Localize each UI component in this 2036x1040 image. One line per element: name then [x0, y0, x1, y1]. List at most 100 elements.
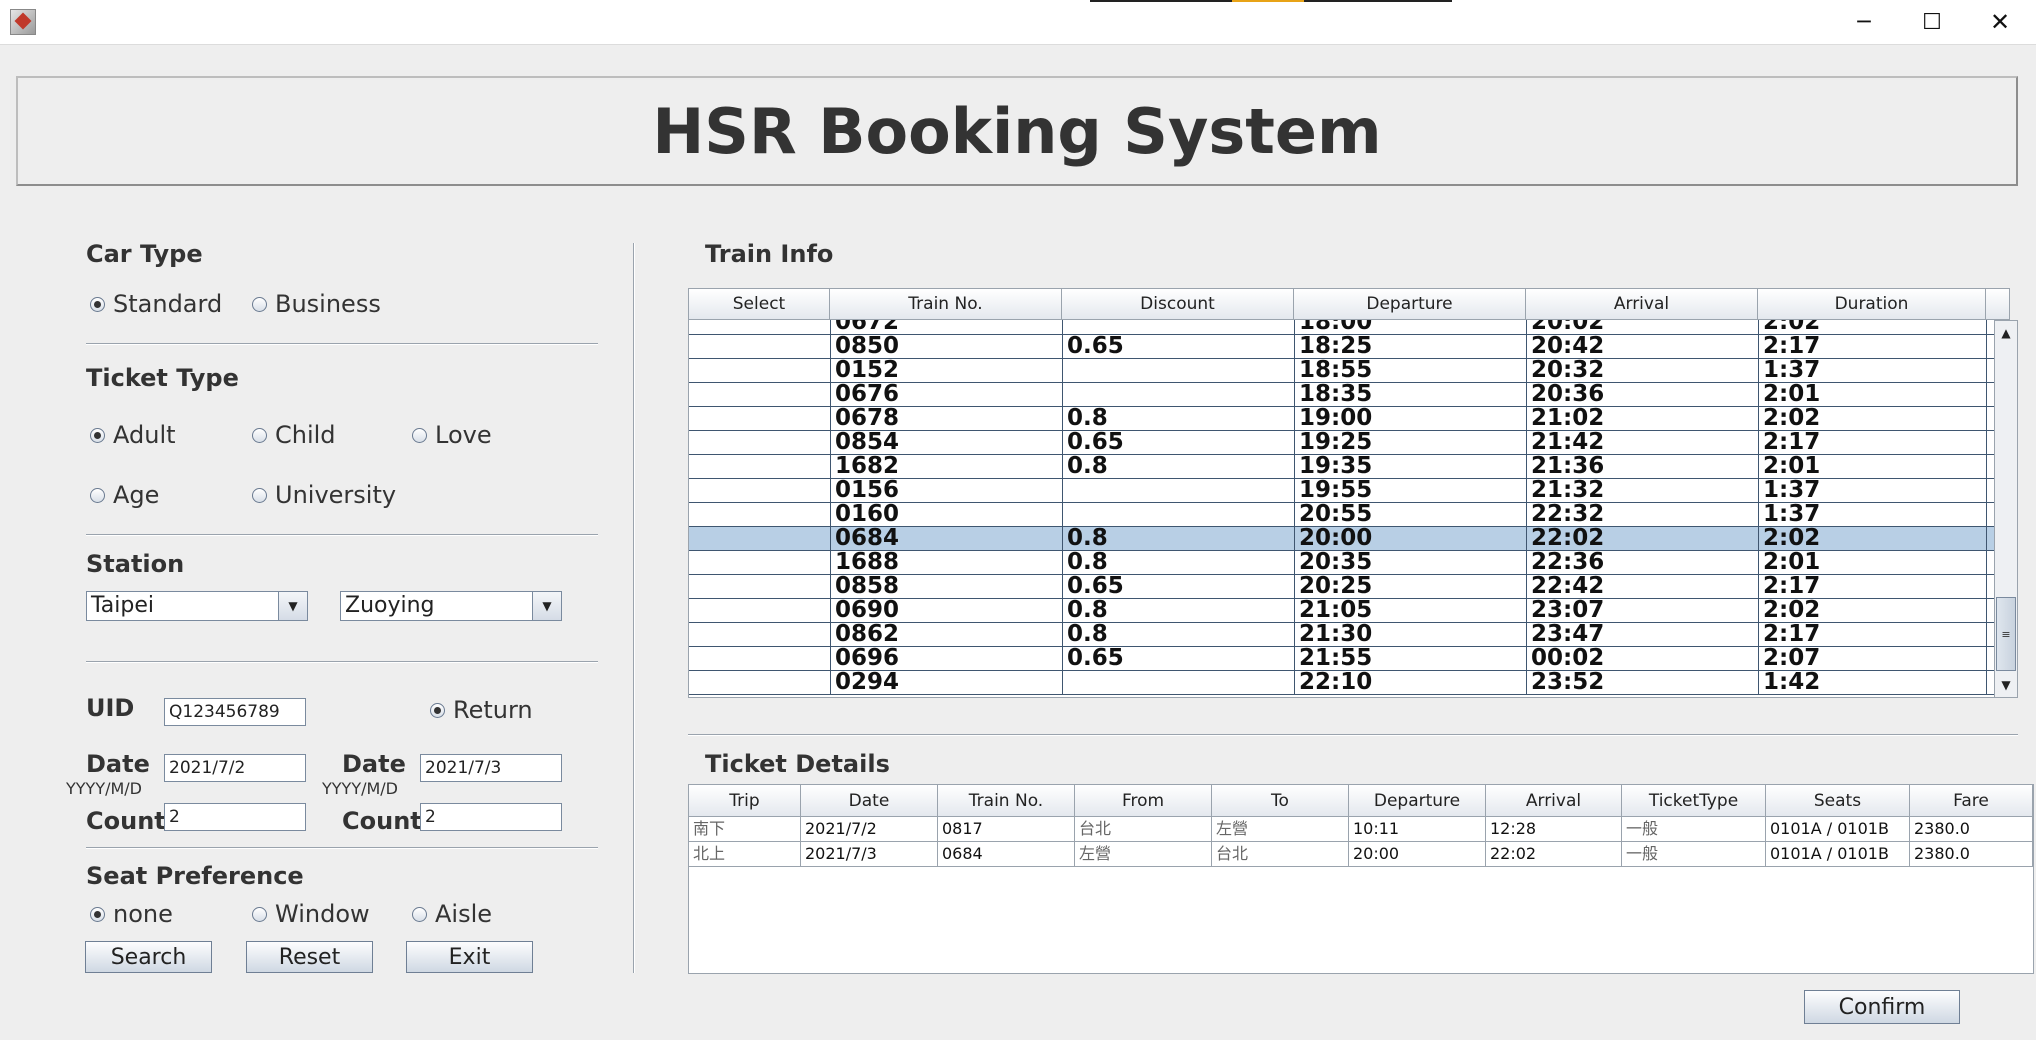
table-row[interactable]: 0684 0.8 20:00 22:02 2:02 [689, 527, 1994, 551]
table-row[interactable]: 0850 0.65 18:25 20:42 2:17 [689, 335, 1994, 359]
column-header[interactable]: Train No. [938, 785, 1075, 817]
column-header[interactable]: Discount [1062, 288, 1294, 320]
column-header[interactable]: Departure [1294, 288, 1526, 320]
table-row[interactable]: 0152 18:55 20:32 1:37 [689, 359, 1994, 383]
table-cell[interactable] [689, 383, 831, 406]
table-row[interactable]: 南下 2021/7/2 0817 台北 左營 10:11 12:28 一般 0101A / 01… [689, 817, 2033, 842]
column-header[interactable]: Arrival [1486, 785, 1622, 817]
table-cell: 2380.0 [1910, 842, 2033, 867]
column-header[interactable]: TicketType [1622, 785, 1766, 817]
outbound-count-input[interactable]: 2 [164, 803, 306, 831]
table-row[interactable]: 北上 2021/7/3 0684 左營 台北 20:00 22:02 一般 0101A / 01… [689, 842, 2033, 867]
radio-indicator[interactable] [252, 427, 267, 443]
table-cell[interactable] [689, 527, 831, 550]
train-table-scrollbar[interactable]: ▲ ≡ ▼ [1994, 320, 2018, 698]
radio-business[interactable]: Business [252, 290, 381, 318]
radio-indicator[interactable] [90, 427, 105, 443]
chevron-down-icon[interactable]: ▼ [532, 592, 561, 620]
table-row[interactable]: 0160 20:55 22:32 1:37 [689, 503, 1994, 527]
inbound-date-input[interactable]: 2021/7/3 [420, 754, 562, 782]
table-row[interactable]: 1688 0.8 20:35 22:36 2:01 [689, 551, 1994, 575]
maximize-icon[interactable]: ☐ [1898, 0, 1966, 44]
radio-indicator[interactable] [412, 906, 427, 922]
radio-indicator[interactable] [90, 906, 105, 922]
table-row[interactable]: 0672 18:00 20:02 2:02 [689, 320, 1994, 335]
from-station-select[interactable]: Taipei ▼ [86, 591, 308, 621]
radio-university[interactable]: University [252, 481, 396, 509]
table-row[interactable]: 0862 0.8 21:30 23:47 2:17 [689, 623, 1994, 647]
column-header[interactable]: Departure [1349, 785, 1486, 817]
radio-seat-aisle[interactable]: Aisle [412, 900, 492, 928]
table-row[interactable]: 0294 22:10 23:52 1:42 [689, 671, 1994, 695]
outbound-date-input[interactable]: 2021/7/2 [164, 754, 306, 782]
return-checkbox[interactable]: Return [430, 696, 533, 724]
table-cell[interactable] [689, 359, 831, 382]
to-station-select[interactable]: Zuoying ▼ [340, 591, 562, 621]
table-cell[interactable] [689, 551, 831, 574]
exit-button[interactable]: Exit [406, 941, 533, 973]
radio-child[interactable]: Child [252, 421, 336, 449]
table-cell: 0696 [831, 647, 1063, 670]
chevron-down-icon[interactable]: ▼ [278, 592, 307, 620]
radio-indicator[interactable] [252, 487, 267, 503]
radio-seat-none[interactable]: none [90, 900, 173, 928]
column-header[interactable]: Trip [689, 785, 801, 817]
radio-indicator[interactable] [252, 906, 267, 922]
table-cell[interactable] [689, 335, 831, 358]
column-header[interactable]: Arrival [1526, 288, 1758, 320]
confirm-button[interactable]: Confirm [1804, 990, 1960, 1024]
table-row[interactable]: 0678 0.8 19:00 21:02 2:02 [689, 407, 1994, 431]
table-row[interactable]: 0854 0.65 19:25 21:42 2:17 [689, 431, 1994, 455]
inbound-count-input[interactable]: 2 [420, 803, 562, 831]
radio-seat-window[interactable]: Window [252, 900, 370, 928]
table-cell[interactable] [689, 671, 831, 694]
reset-button[interactable]: Reset [246, 941, 373, 973]
ticket-details-table[interactable]: Trip Date Train No. From To Departure Arrival T… [688, 784, 2034, 974]
radio-indicator[interactable] [430, 702, 445, 718]
table-row[interactable]: 0858 0.65 20:25 22:42 2:17 [689, 575, 1994, 599]
table-row[interactable]: 1682 0.8 19:35 21:36 2:01 [689, 455, 1994, 479]
close-icon[interactable]: ✕ [1966, 0, 2034, 44]
uid-input[interactable]: Q123456789 [164, 698, 306, 726]
radio-indicator[interactable] [252, 296, 267, 312]
column-header[interactable]: Fare [1910, 785, 2033, 817]
table-cell[interactable] [689, 320, 831, 334]
scroll-down-icon[interactable]: ▼ [1995, 673, 2017, 697]
table-cell: 22:36 [1527, 551, 1759, 574]
radio-indicator[interactable] [90, 296, 105, 312]
table-cell: 2021/7/3 [801, 842, 938, 867]
minimize-icon[interactable]: ─ [1830, 0, 1898, 44]
table-cell[interactable] [689, 503, 831, 526]
table-cell[interactable] [689, 479, 831, 502]
radio-indicator[interactable] [412, 427, 427, 443]
table-cell[interactable] [689, 575, 831, 598]
table-cell[interactable] [689, 647, 831, 670]
train-table-header: Select Train No. Discount Departure Arrival D… [688, 288, 2018, 320]
column-header[interactable]: Seats [1766, 785, 1910, 817]
column-header[interactable]: Date [801, 785, 938, 817]
radio-standard[interactable]: Standard [90, 290, 222, 318]
table-row[interactable]: 0690 0.8 21:05 23:07 2:02 [689, 599, 1994, 623]
table-cell: 22:10 [1295, 671, 1527, 694]
search-button[interactable]: Search [85, 941, 212, 973]
column-header[interactable]: Train No. [830, 288, 1062, 320]
table-cell[interactable] [689, 431, 831, 454]
column-header[interactable]: From [1075, 785, 1212, 817]
table-cell[interactable] [689, 623, 831, 646]
table-row[interactable]: 0676 18:35 20:36 2:01 [689, 383, 1994, 407]
table-cell[interactable] [689, 599, 831, 622]
radio-indicator[interactable] [90, 487, 105, 503]
column-header[interactable]: Duration [1758, 288, 1986, 320]
table-row[interactable]: 0156 19:55 21:32 1:37 [689, 479, 1994, 503]
radio-age[interactable]: Age [90, 481, 159, 509]
table-cell[interactable] [689, 455, 831, 478]
column-header[interactable]: Select [688, 288, 830, 320]
scroll-up-icon[interactable]: ▲ [1995, 321, 2017, 345]
scroll-thumb[interactable]: ≡ [1996, 597, 2016, 671]
column-header[interactable]: To [1212, 785, 1349, 817]
radio-love[interactable]: Love [412, 421, 492, 449]
table-row[interactable]: 0696 0.65 21:55 00:02 2:07 [689, 647, 1994, 671]
train-table[interactable]: 0672 18:00 20:02 2:02 0850 0.65 18:25 20:42 2:17… [688, 320, 1994, 698]
table-cell[interactable] [689, 407, 831, 430]
radio-adult[interactable]: Adult [90, 421, 176, 449]
